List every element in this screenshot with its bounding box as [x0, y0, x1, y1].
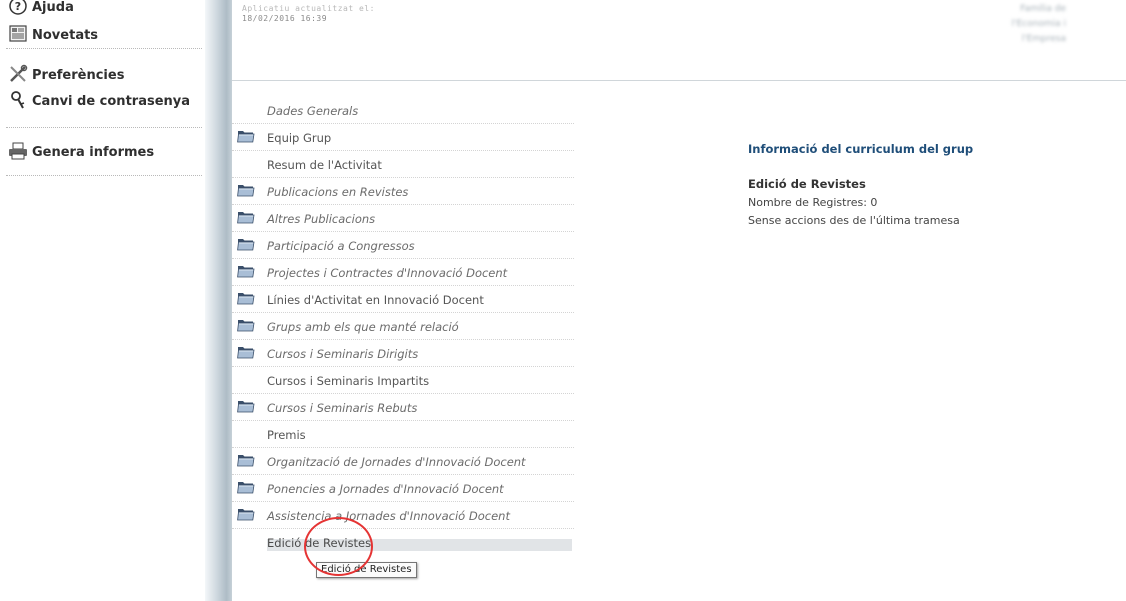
folder-icon — [237, 236, 255, 251]
section-item[interactable]: Cursos i Seminaris Dirigits — [232, 340, 574, 367]
updated-label: Aplicatiu actualitzat el: — [242, 4, 375, 13]
tools-icon — [8, 64, 30, 86]
folder-icon — [237, 209, 255, 224]
section-item[interactable]: Projectes i Contractes d'Innovació Docen… — [232, 259, 574, 286]
sidebar-item-preferencies[interactable]: Preferències — [8, 64, 124, 86]
sidebar: ? Ajuda Novetats Preferències Canvi de c… — [0, 0, 205, 601]
section-item[interactable]: Organització de Jornades d'Innovació Doc… — [232, 448, 574, 475]
section-label: Projectes i Contractes d'Innovació Docen… — [267, 266, 508, 280]
section-item[interactable]: Cursos i Seminaris Impartits — [232, 367, 574, 394]
info-panel: Informació del curriculum del grup Edici… — [748, 142, 1078, 227]
section-label: Equip Grup — [267, 131, 332, 145]
folder-icon — [237, 317, 255, 332]
folder-icon — [237, 182, 255, 197]
updated-value: 18/02/2016 16:39 — [242, 14, 328, 23]
section-label: Línies d'Activitat en Innovació Docent — [267, 293, 484, 307]
svg-text:?: ? — [15, 0, 21, 13]
blurred-line: l'Empresa — [1021, 34, 1066, 44]
header-divider — [232, 80, 1126, 81]
blurred-line: l'Economia i — [1011, 19, 1066, 29]
section-item[interactable]: Grups amb els que manté relació — [232, 313, 574, 340]
status-text: Sense accions des de l'última tramesa — [748, 214, 960, 227]
sidebar-item-canvi-contrasenya[interactable]: Canvi de contrasenya — [8, 90, 190, 112]
section-item[interactable]: Edició de Revistes — [232, 529, 574, 556]
section-label: Cursos i Seminaris Impartits — [267, 374, 430, 388]
folder-icon — [237, 290, 255, 305]
folder-icon — [237, 506, 255, 521]
blurred-line: Família de — [1020, 4, 1066, 14]
sidebar-item-genera-informes[interactable]: Genera informes — [8, 141, 154, 163]
sidebar-item-label: Preferències — [32, 67, 125, 83]
section-label: Organització de Jornades d'Innovació Doc… — [267, 455, 526, 469]
section-item[interactable]: Assistencia a Jornades d'Innovació Docen… — [232, 502, 574, 529]
section-item[interactable]: Altres Publicacions — [232, 205, 574, 232]
section-item[interactable]: Premis — [232, 421, 574, 448]
section-item[interactable]: Publicacions en Revistes — [232, 178, 574, 205]
help-icon: ? — [8, 0, 30, 18]
sidebar-item-label: Ajuda — [32, 0, 74, 15]
app-updated-info: Aplicatiu actualitzat el: 18/02/2016 16:… — [242, 4, 375, 24]
section-label: Assistencia a Jornades d'Innovació Docen… — [267, 509, 510, 523]
sidebar-item-label: Canvi de contrasenya — [32, 93, 191, 109]
tooltip: Edició de Revistes — [316, 562, 417, 578]
folder-icon — [237, 263, 255, 278]
printer-icon — [8, 141, 30, 163]
folder-icon — [237, 398, 255, 413]
folder-icon — [237, 479, 255, 494]
divider — [6, 48, 202, 49]
section-item[interactable]: Cursos i Seminaris Rebuts — [232, 394, 574, 421]
section-item[interactable]: Equip Grup — [232, 124, 574, 151]
section-item[interactable]: Dades Generals — [232, 97, 574, 124]
section-item[interactable]: Ponencies a Jornades d'Innovació Docent — [232, 475, 574, 502]
key-icon — [8, 90, 30, 112]
section-item[interactable]: Resum de l'Activitat — [232, 151, 574, 178]
section-label: Participació a Congressos — [267, 239, 415, 253]
news-icon — [8, 24, 30, 46]
folder-icon — [237, 344, 255, 359]
section-label: Cursos i Seminaris Rebuts — [267, 401, 418, 415]
info-subtitle: Edició de Revistes — [748, 177, 866, 191]
sidebar-item-label: Novetats — [32, 27, 99, 43]
section-label: Resum de l'Activitat — [267, 158, 382, 172]
section-label: Dades Generals — [267, 104, 359, 118]
folder-icon — [237, 128, 255, 143]
sidebar-item-ajuda[interactable]: ? Ajuda — [8, 0, 74, 18]
section-item[interactable]: Línies d'Activitat en Innovació Docent — [232, 286, 574, 313]
section-label: Ponencies a Jornades d'Innovació Docent — [267, 482, 504, 496]
info-title: Informació del curriculum del grup — [748, 142, 974, 156]
records-count: Nombre de Registres: 0 — [748, 196, 878, 209]
section-label: Altres Publicacions — [267, 212, 376, 226]
sidebar-shadow — [205, 0, 232, 601]
divider — [6, 127, 202, 128]
section-label: Cursos i Seminaris Dirigits — [267, 347, 419, 361]
sidebar-item-novetats[interactable]: Novetats — [8, 24, 98, 46]
blurred-header-text: Família de l'Economia i l'Empresa — [1012, 2, 1066, 47]
section-list: Dades Generals Equip Grup Resum de l'Activ… — [232, 97, 574, 556]
divider — [6, 175, 202, 176]
section-label: Premis — [267, 428, 306, 442]
section-label: Grups amb els que manté relació — [267, 320, 459, 334]
sidebar-item-label: Genera informes — [32, 144, 155, 160]
folder-icon — [237, 452, 255, 467]
section-label: Publicacions en Revistes — [267, 185, 409, 199]
section-item[interactable]: Participació a Congressos — [232, 232, 574, 259]
section-label: Edició de Revistes — [267, 536, 372, 550]
